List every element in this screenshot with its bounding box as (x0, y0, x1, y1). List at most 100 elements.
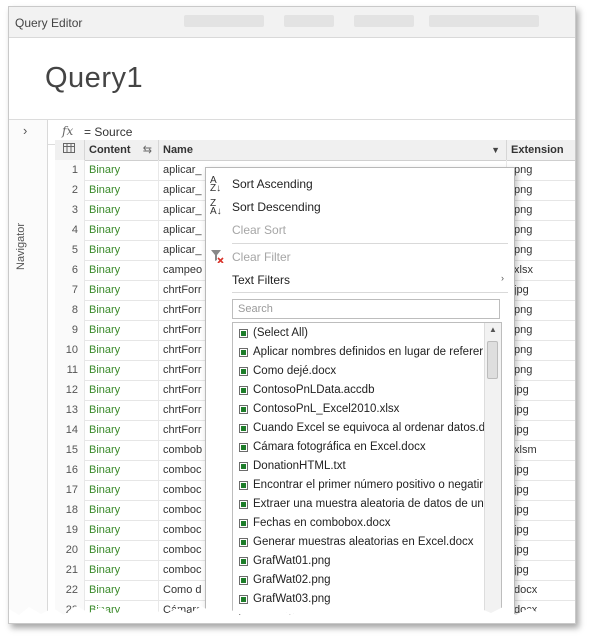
filter-list-item[interactable]: Extraer una muestra aleatoria de datos d… (233, 496, 485, 515)
content-cell[interactable]: Binary (85, 160, 159, 180)
filter-list-item[interactable]: Como dejé.docx (233, 363, 485, 382)
checkbox-checked-icon[interactable] (239, 367, 248, 376)
content-cell[interactable]: Binary (85, 440, 159, 460)
sort-ascending-item[interactable]: Sort Ascending (232, 177, 313, 191)
torn-edge (9, 606, 575, 623)
sort-descending-icon: Z A↓ (210, 198, 222, 217)
column-header-content[interactable]: Content ⇆ (85, 140, 159, 160)
checkbox-checked-icon[interactable] (239, 329, 248, 338)
checkbox-checked-icon[interactable] (239, 405, 248, 414)
content-cell[interactable]: Binary (85, 520, 159, 540)
content-cell[interactable]: Binary (85, 540, 159, 560)
content-cell[interactable]: Binary (85, 360, 159, 380)
clear-sort-item[interactable]: Clear Sort (232, 223, 286, 237)
content-cell[interactable]: Binary (85, 220, 159, 240)
content-cell[interactable]: Binary (85, 500, 159, 520)
navigator-pane[interactable]: › Navigator (9, 120, 48, 623)
extension-cell: .png (507, 220, 575, 240)
clear-filter-item[interactable]: Clear Filter (232, 250, 291, 264)
text-filters-item[interactable]: Text Filters (232, 273, 290, 287)
title-bar: Query Editor (9, 7, 575, 38)
content-cell[interactable]: Binary (85, 460, 159, 480)
content-cell[interactable]: Binary (85, 180, 159, 200)
checkbox-checked-icon[interactable] (239, 538, 248, 547)
content-cell[interactable]: Binary (85, 560, 159, 580)
filter-list-item[interactable]: Aplicar nombres definidos en lugar de re… (233, 344, 485, 363)
filter-item-label: Generar muestras aleatorias en Excel.doc… (253, 536, 474, 548)
checkbox-checked-icon[interactable] (239, 386, 248, 395)
extension-cell: .jpg (507, 560, 575, 580)
content-cell[interactable]: Binary (85, 240, 159, 260)
extension-cell: .png (507, 300, 575, 320)
filter-value-list: (Select All) Aplicar nombres definidos en… (232, 322, 502, 623)
extension-cell: .png (507, 360, 575, 380)
checkbox-checked-icon[interactable] (239, 462, 248, 471)
query-title[interactable]: Query1 (45, 62, 143, 95)
filter-list-item[interactable]: DonationHTML.txt (233, 458, 485, 477)
chevron-right-icon[interactable]: › (23, 123, 27, 138)
content-cell[interactable]: Binary (85, 420, 159, 440)
expand-icon[interactable]: ⇆ (143, 140, 152, 160)
row-number: 5 (55, 240, 85, 260)
extension-cell: .jpg (507, 280, 575, 300)
sort-descending-item[interactable]: Sort Descending (232, 200, 321, 214)
dropdown-arrow-icon[interactable]: ▼ (491, 140, 500, 160)
extension-cell: .png (507, 240, 575, 260)
column-header-label: Extension (511, 144, 564, 156)
filter-list-item[interactable]: Cámara fotográfica en Excel.docx (233, 439, 485, 458)
row-number: 9 (55, 320, 85, 340)
filter-item-label: DonationHTML.txt (253, 460, 346, 472)
content-cell[interactable]: Binary (85, 320, 159, 340)
content-cell[interactable]: Binary (85, 300, 159, 320)
search-input[interactable]: Search (232, 299, 500, 319)
filter-list-item[interactable]: GrafWat01.png (233, 553, 485, 572)
content-cell[interactable]: Binary (85, 340, 159, 360)
checkbox-checked-icon[interactable] (239, 519, 248, 528)
extension-cell: .png (507, 320, 575, 340)
filter-list-item[interactable]: ContosoPnL_Excel2010.xlsx (233, 401, 485, 420)
content-cell[interactable]: Binary (85, 200, 159, 220)
content-cell[interactable]: Binary (85, 400, 159, 420)
content-cell[interactable]: Binary (85, 380, 159, 400)
filter-list-item[interactable]: GrafWat02.png (233, 572, 485, 591)
extension-cell: .png (507, 160, 575, 180)
list-scrollbar[interactable]: ▲ (484, 323, 501, 623)
filter-list-item[interactable]: Fechas en combobox.docx (233, 515, 485, 534)
search-placeholder: Search (238, 303, 273, 315)
row-number: 8 (55, 300, 85, 320)
checkbox-checked-icon[interactable] (239, 576, 248, 585)
filter-list-item[interactable]: Generar muestras aleatorias en Excel.doc… (233, 534, 485, 553)
content-cell[interactable]: Binary (85, 480, 159, 500)
column-header-label: Content (89, 144, 131, 156)
content-cell[interactable]: Binary (85, 280, 159, 300)
column-header-name[interactable]: Name ▼ (159, 140, 507, 160)
extension-cell: .png (507, 340, 575, 360)
table-icon[interactable] (55, 140, 85, 160)
filter-list-item[interactable]: Encontrar el primer número positivo o ne… (233, 477, 485, 496)
checkbox-checked-icon[interactable] (239, 481, 248, 490)
content-cell[interactable]: Binary (85, 260, 159, 280)
row-number: 1 (55, 160, 85, 180)
filter-list-item[interactable]: (Select All) (233, 325, 485, 344)
checkbox-checked-icon[interactable] (239, 500, 248, 509)
filter-item-label: ContosoPnL_Excel2010.xlsx (253, 403, 400, 415)
formula-text[interactable]: = Source (84, 125, 132, 139)
checkbox-checked-icon[interactable] (239, 557, 248, 566)
filter-list-item[interactable]: Cuando Excel se equivoca al ordenar dato… (233, 420, 485, 439)
checkbox-checked-icon[interactable] (239, 348, 248, 357)
extension-cell: .jpg (507, 460, 575, 480)
filter-list-item[interactable]: ContosoPnLData.accdb (233, 382, 485, 401)
row-number: 19 (55, 520, 85, 540)
checkbox-checked-icon[interactable] (239, 443, 248, 452)
row-number: 14 (55, 420, 85, 440)
scrollbar-thumb[interactable] (487, 341, 498, 379)
content-cell[interactable]: Binary (85, 580, 159, 600)
sort-ascending-icon: A Z↓ (210, 175, 222, 194)
checkbox-checked-icon[interactable] (239, 424, 248, 433)
column-header-extension[interactable]: Extension (507, 140, 575, 160)
filter-item-label: ContosoPnLData.accdb (253, 384, 375, 396)
scroll-up-icon[interactable]: ▲ (489, 325, 497, 334)
grid-header: Content ⇆ Name ▼ Extension (55, 140, 575, 161)
fx-icon: fx (62, 124, 74, 138)
row-number: 15 (55, 440, 85, 460)
